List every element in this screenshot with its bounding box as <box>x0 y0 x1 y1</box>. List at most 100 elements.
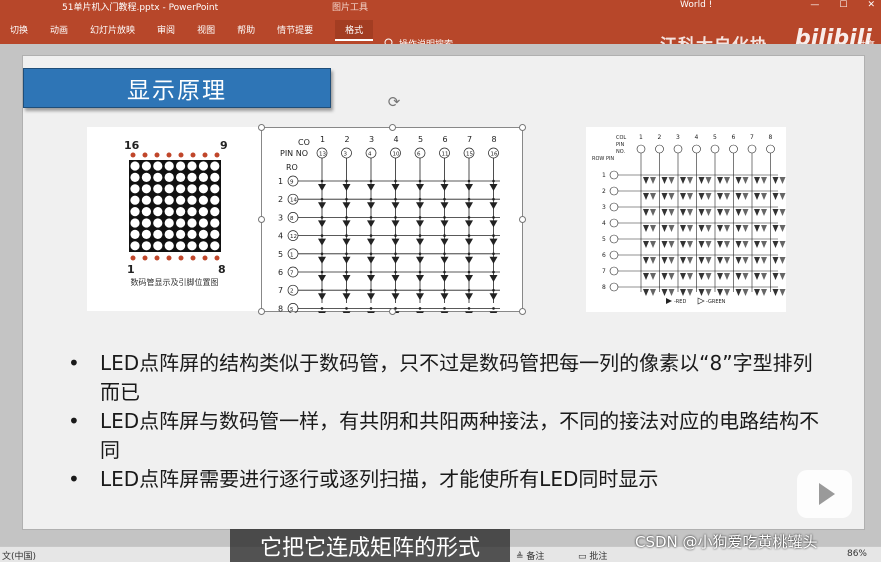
led-diode-icon <box>489 202 498 210</box>
junction-dot <box>369 234 373 237</box>
col-pin-circle <box>747 144 757 154</box>
led-dot <box>130 161 140 171</box>
resize-handle[interactable] <box>258 308 265 315</box>
led-diode-icon <box>705 241 712 248</box>
led-diode-icon <box>416 256 424 264</box>
led-dot <box>187 218 197 228</box>
notes-button[interactable]: ≜ 备注 <box>516 549 544 562</box>
col-number: 2 <box>658 134 662 141</box>
row-number: 3 <box>278 213 283 222</box>
led-diode-icon <box>724 209 730 216</box>
led-diode-icon <box>465 238 473 246</box>
junction-dot <box>443 270 446 274</box>
led-diode-icon <box>772 289 779 296</box>
led-diode-icon <box>668 241 675 248</box>
led-diode-icon <box>680 241 686 248</box>
resize-handle[interactable] <box>519 308 526 315</box>
led-diode-icon <box>489 275 498 282</box>
pin-no-header: PIN NO <box>280 149 308 158</box>
resize-handle[interactable] <box>389 308 396 315</box>
led-dot <box>198 161 208 171</box>
row-number: 3 <box>602 204 606 211</box>
schematic-picture-selected[interactable]: CO PIN NO RO 1 13 2 3 3 4 4 10 5 6 6 11 7 15 8 16 1 9 2 14 3… <box>261 127 523 313</box>
minimize-icon[interactable]: — <box>810 0 819 10</box>
bullet-list[interactable]: • LED点阵屏的结构类似于数码管，只不过是数码管把每一列的像素以“8”字型排列而… <box>66 349 826 494</box>
led-diode-icon <box>318 311 326 313</box>
led-diode-icon <box>761 241 767 248</box>
tab-review[interactable]: 审阅 <box>157 23 175 41</box>
led-diode-icon <box>416 311 424 313</box>
pin-dot <box>154 152 160 158</box>
led-matrix-picture[interactable]: 16 9 1 8 数码管显示及引脚位置图 <box>87 127 262 311</box>
col-pin-number: 11 <box>442 152 449 158</box>
resize-handle[interactable] <box>258 124 265 131</box>
tab-storyboard[interactable]: 情节提要 <box>277 23 313 41</box>
rotate-handle-icon[interactable]: ⟳ <box>385 93 403 111</box>
csdn-watermark: CSDN @小狗爱吃黄桃罐头 <box>635 533 818 551</box>
tab-help[interactable]: 帮助 <box>237 23 255 41</box>
led-diode-icon <box>668 225 675 232</box>
led-dot <box>198 229 208 239</box>
slide-title[interactable]: 显示原理 <box>23 68 331 108</box>
zoom-level[interactable]: 86% <box>847 549 867 559</box>
tab-transitions[interactable]: 切换 <box>10 23 28 41</box>
led-diode-icon <box>668 193 675 200</box>
resize-handle[interactable] <box>519 216 526 223</box>
led-diode-icon <box>742 225 749 232</box>
resize-handle[interactable] <box>258 216 265 223</box>
led-diode-icon <box>735 225 742 232</box>
slide[interactable]: 显示原理 16 9 1 8 数码管显示及引脚位置图 CO PIN NO RO 1… <box>22 55 865 530</box>
row-number: 8 <box>278 304 283 313</box>
led-diode-icon <box>391 238 400 246</box>
tab-view[interactable]: 视图 <box>197 23 215 41</box>
close-icon[interactable]: ✕ <box>867 0 875 10</box>
schematic-picture-2[interactable]: COL PIN NO. ROW PIN 1 2 3 4 5 6 7 8 1 2 3 4 5 6 7 8 -RE… <box>586 127 786 312</box>
junction-dot <box>394 197 397 201</box>
resize-handle[interactable] <box>389 124 396 131</box>
led-diode-icon <box>717 177 723 184</box>
col-number: 1 <box>639 134 643 141</box>
led-diode-icon <box>698 177 705 184</box>
led-diode-icon <box>779 273 786 280</box>
resize-handle[interactable] <box>519 124 526 131</box>
led-diode-icon <box>367 311 375 313</box>
maximize-icon[interactable]: ☐ <box>839 0 847 10</box>
junction-dot <box>492 307 495 310</box>
led-dot <box>164 172 174 182</box>
pin-dot <box>178 255 184 261</box>
led-diode-icon <box>367 293 375 301</box>
led-dot <box>130 229 140 239</box>
led-diode-icon <box>698 289 705 296</box>
pin-dot <box>178 152 184 158</box>
user-name[interactable]: World ! <box>680 0 712 10</box>
junction-dot <box>394 179 397 183</box>
col-number: 5 <box>418 135 423 144</box>
play-button[interactable] <box>797 470 852 518</box>
col-pin-number: 13 <box>319 152 326 158</box>
led-dot <box>153 161 163 171</box>
led-dot <box>176 161 186 171</box>
led-diode-icon <box>440 220 449 228</box>
led-diode-icon <box>367 202 375 210</box>
row-number: 1 <box>278 177 283 186</box>
led-dot <box>210 207 220 217</box>
tab-slideshow[interactable]: 幻灯片放映 <box>90 23 135 41</box>
junction-dot <box>320 270 324 274</box>
led-diode-icon <box>650 209 656 216</box>
pin-dot <box>142 255 148 261</box>
window-title: 51单片机入门教程.pptx - PowerPoint <box>62 3 219 13</box>
video-subtitle: 它把它连成矩阵的形式 <box>230 529 510 562</box>
led-diode-icon <box>465 202 473 210</box>
junction-dot <box>418 288 422 292</box>
tab-format[interactable]: 格式 <box>335 20 374 41</box>
led-diode-icon <box>661 177 668 184</box>
led-diode-icon <box>698 241 705 248</box>
junction-dot <box>443 252 446 256</box>
led-diode-icon <box>742 193 749 200</box>
led-diode-icon <box>342 220 351 228</box>
tab-animations[interactable]: 动画 <box>50 23 68 41</box>
comments-button[interactable]: ▭ 批注 <box>578 549 607 562</box>
language-indicator[interactable]: 文(中国) <box>2 549 36 562</box>
pin-dot <box>190 152 196 158</box>
pin-dot <box>130 255 136 261</box>
